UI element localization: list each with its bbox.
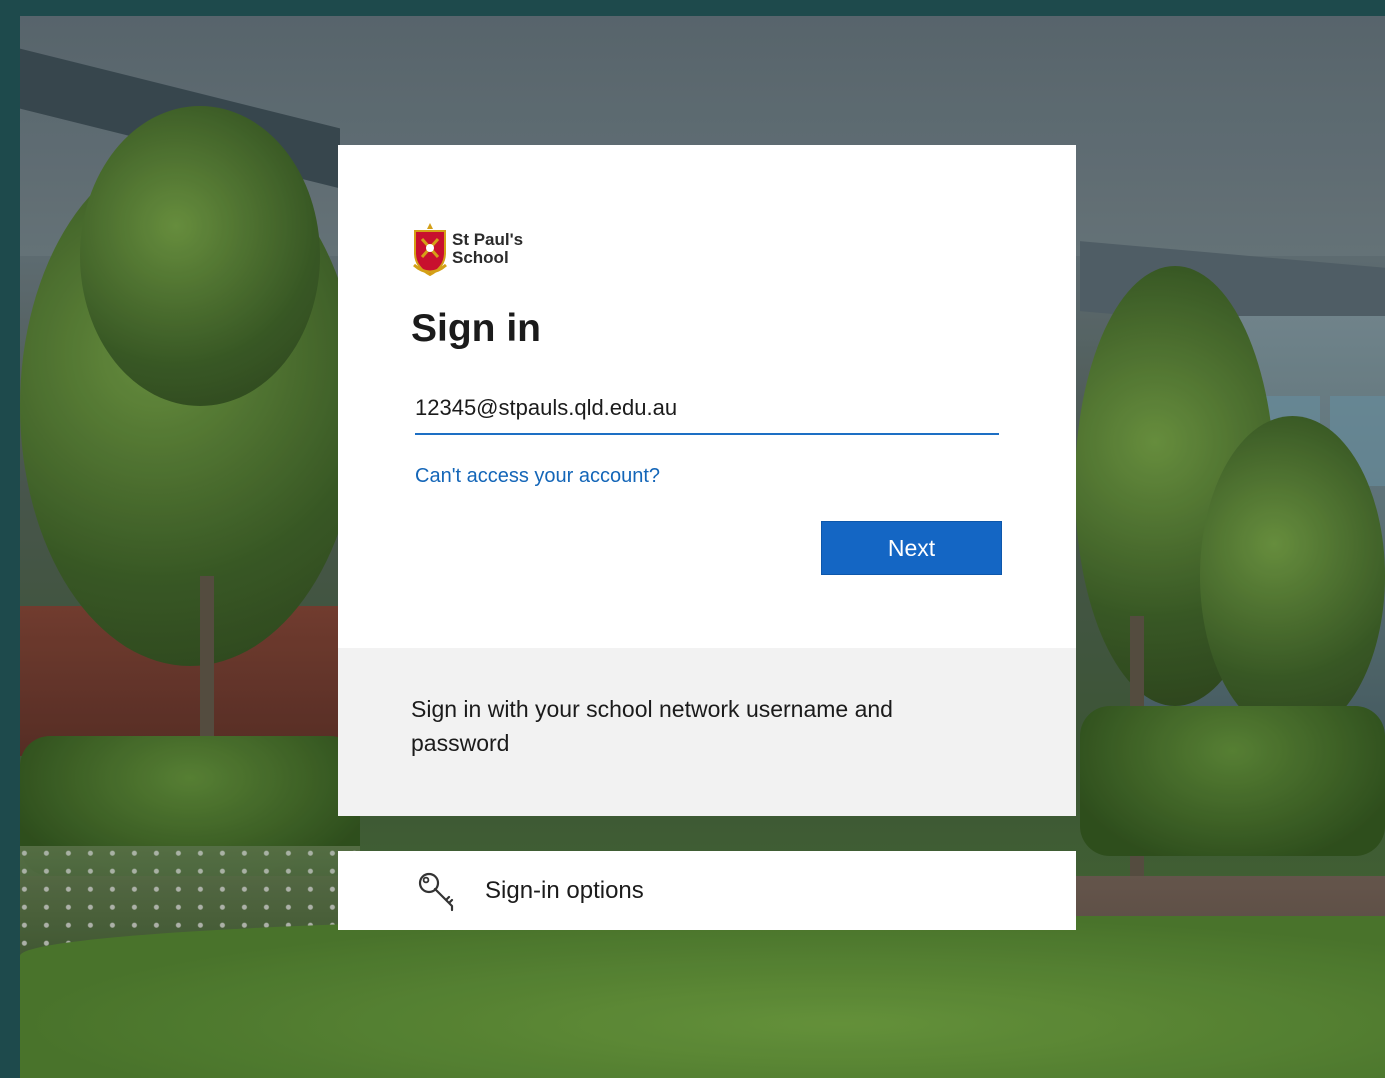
signin-card-footer: Sign in with your school network usernam…: [338, 648, 1076, 816]
signin-options-button[interactable]: Sign-in options: [338, 851, 1076, 930]
school-logo: St Paul's School: [412, 221, 523, 277]
key-icon: [418, 872, 454, 912]
school-crest-icon: [413, 223, 447, 277]
next-button[interactable]: Next: [821, 521, 1002, 575]
signin-instructions: Sign in with your school network usernam…: [411, 696, 893, 756]
school-name: St Paul's School: [452, 231, 523, 267]
signin-card-main: St Paul's School Sign in Can't access yo…: [338, 145, 1076, 648]
cant-access-account-link[interactable]: Can't access your account?: [415, 465, 660, 488]
email-field[interactable]: [415, 383, 999, 435]
school-name-line2: School: [452, 248, 509, 267]
signin-card: St Paul's School Sign in Can't access yo…: [338, 145, 1076, 816]
signin-options-label: Sign-in options: [485, 877, 644, 904]
page-title: Sign in: [411, 307, 541, 350]
school-name-line1: St Paul's: [452, 230, 524, 249]
